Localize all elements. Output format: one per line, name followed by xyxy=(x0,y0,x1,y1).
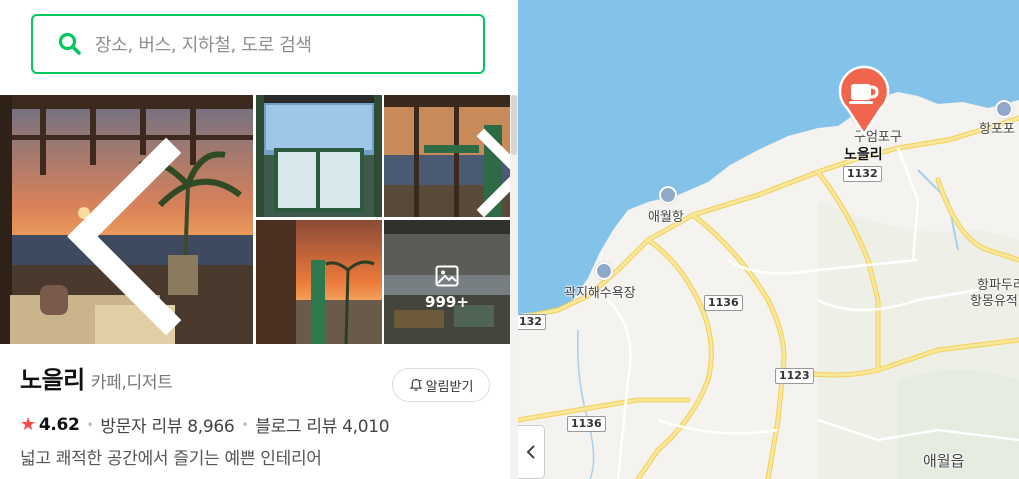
more-photos-count: 999+ xyxy=(425,293,469,311)
search-input[interactable]: 장소, 버스, 지하철, 도로 검색 xyxy=(95,31,312,57)
photo-more[interactable]: 999+ xyxy=(384,220,510,344)
prev-photo-icon[interactable] xyxy=(14,112,253,344)
scrollbar-thumb[interactable] xyxy=(511,95,517,155)
place-category: 카페,디저트 xyxy=(90,373,173,393)
photo-main[interactable] xyxy=(0,95,253,344)
search-icon xyxy=(58,32,81,55)
rating-value: 4.62 xyxy=(38,414,80,435)
route-shield: 1136 xyxy=(704,295,743,311)
beach-poi-icon[interactable] xyxy=(595,262,613,280)
more-photos-overlay[interactable]: 999+ xyxy=(384,220,510,344)
separator-dot: • xyxy=(241,417,249,432)
map-label-aewol-port[interactable]: 애월항 xyxy=(648,206,684,225)
place-title[interactable]: 노을리 xyxy=(20,360,85,395)
close-icon[interactable] xyxy=(458,112,510,217)
star-icon: ★ xyxy=(20,414,36,435)
photo-terrace[interactable] xyxy=(384,95,510,217)
map-label-gwakji-beach[interactable]: 곽지해수욕장 xyxy=(564,282,636,301)
review-stats: ★ 4.62 • 방문자 리뷰 8,966 • 블로그 리뷰 4,010 xyxy=(20,412,390,437)
map-label-aewol-eup[interactable]: 애월읍 xyxy=(923,450,964,471)
port-poi-icon[interactable] xyxy=(995,100,1013,118)
map-label-hangpo[interactable]: 항포포 xyxy=(979,118,1015,137)
visitor-reviews-link[interactable]: 방문자 리뷰 8,966 xyxy=(100,412,234,437)
cafe-cup-icon[interactable] xyxy=(837,64,891,136)
photo-sunset-sign[interactable] xyxy=(256,220,382,344)
blog-reviews-link[interactable]: 블로그 리뷰 4,010 xyxy=(255,412,389,437)
place-info: 노을리 카페,디저트 알림받기 ★ 4.62 • 방문자 리뷰 8,966 • … xyxy=(20,360,490,469)
bell-icon xyxy=(409,378,422,391)
chevron-left-icon xyxy=(526,445,535,459)
photo-entrance[interactable] xyxy=(256,95,382,217)
map-view[interactable]: 애월항 곽지해수욕장 구엄포구 항포포 항파두리 항몽유적 애월읍 1132 1… xyxy=(518,0,1019,479)
port-poi-icon[interactable] xyxy=(659,186,677,204)
alarm-button[interactable]: 알림받기 xyxy=(392,368,490,402)
map-base[interactable] xyxy=(518,0,1019,479)
route-shield: 1136 xyxy=(567,416,606,432)
map-label-hangmong[interactable]: 항몽유적 xyxy=(970,290,1018,309)
separator-dot: • xyxy=(86,417,94,432)
map-marker-label[interactable]: 노을리 xyxy=(844,144,883,164)
place-description: 넓고 쾌적한 공간에서 즐기는 예쁜 인테리어 xyxy=(20,449,322,469)
search-box[interactable]: 장소, 버스, 지하철, 도로 검색 xyxy=(31,14,485,74)
collapse-panel-button[interactable] xyxy=(518,425,545,479)
photo-gallery: 999+ xyxy=(0,95,510,344)
panel-scrollbar[interactable] xyxy=(510,95,518,479)
place-panel: 장소, 버스, 지하철, 도로 검색 999+ 노을리 카페,디저트 알림받기 … xyxy=(0,0,518,479)
route-shield: 1123 xyxy=(775,368,814,384)
route-shield: 132 xyxy=(518,314,546,330)
image-icon xyxy=(435,265,459,287)
route-shield: 1132 xyxy=(843,166,882,182)
alarm-label: 알림받기 xyxy=(425,379,474,395)
